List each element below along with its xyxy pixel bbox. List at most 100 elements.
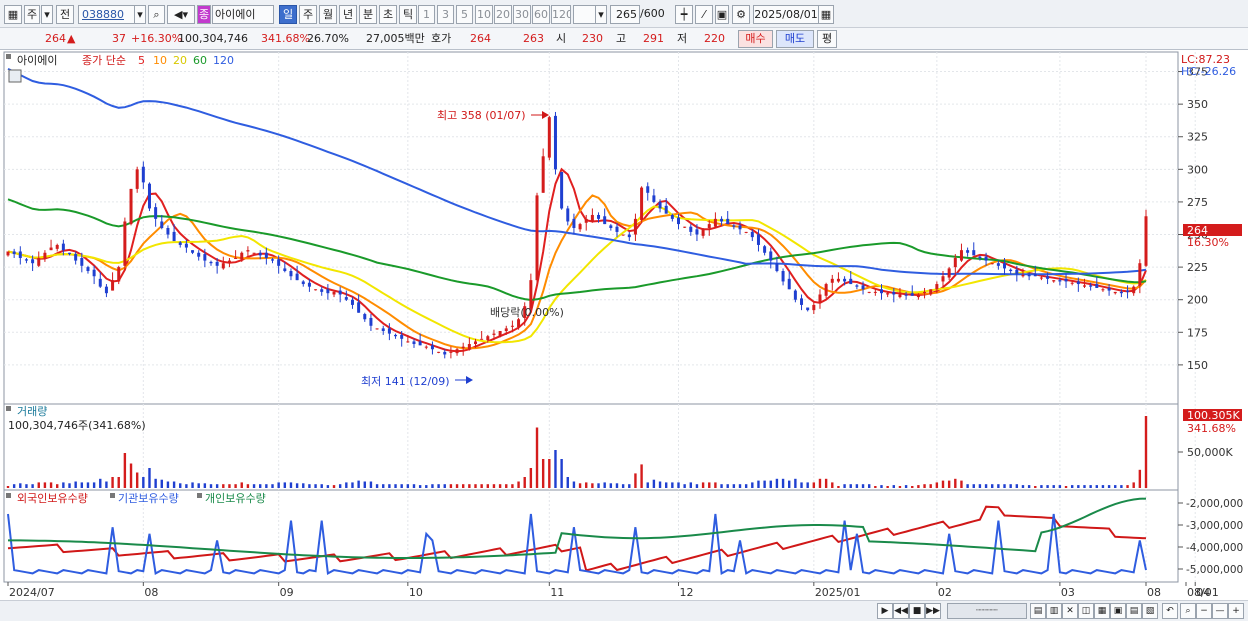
candle-body bbox=[1089, 285, 1093, 287]
volume-bar bbox=[966, 484, 969, 488]
zoom-icon[interactable]: ⌕ bbox=[1180, 603, 1196, 619]
volume-bar bbox=[498, 484, 502, 488]
zoom-in-icon[interactable]: + bbox=[1228, 603, 1244, 619]
grid-toggle-icon[interactable] bbox=[8, 69, 22, 83]
volume-bar bbox=[394, 484, 397, 488]
panel-handle[interactable] bbox=[197, 493, 202, 498]
volume-bar bbox=[240, 482, 243, 488]
type-selector[interactable]: 주 bbox=[24, 5, 40, 24]
volume-bar bbox=[154, 478, 157, 488]
candle-body bbox=[326, 289, 330, 294]
panel-handle[interactable] bbox=[110, 493, 115, 498]
volume-bar bbox=[812, 482, 816, 488]
volume-bar bbox=[345, 482, 348, 488]
stock-badge: 종 bbox=[197, 5, 211, 24]
stop-icon[interactable]: ■ bbox=[909, 603, 925, 619]
search-icon[interactable]: ⌕ bbox=[148, 5, 165, 24]
volume-bar bbox=[824, 478, 828, 488]
volume-bar bbox=[781, 478, 785, 488]
volume-bar bbox=[222, 484, 225, 488]
candle-body bbox=[1039, 277, 1043, 279]
panel-handle[interactable] bbox=[6, 493, 11, 498]
save-icon[interactable]: ▣ bbox=[715, 5, 729, 24]
volume-bar bbox=[74, 481, 77, 488]
settings-icon[interactable]: ▧ bbox=[1142, 603, 1158, 619]
crosshair-icon[interactable]: ✕ bbox=[1062, 603, 1078, 619]
period-year[interactable]: 년 bbox=[339, 5, 357, 24]
candle-body bbox=[566, 208, 570, 222]
scroll-first-icon[interactable]: ◀◀ bbox=[893, 603, 909, 619]
candle-body bbox=[1064, 278, 1068, 282]
period-second[interactable]: 초 bbox=[379, 5, 397, 24]
compare-icon[interactable]: ▦ bbox=[1094, 603, 1110, 619]
panel-handle[interactable] bbox=[6, 54, 11, 59]
interval-60[interactable]: 60 bbox=[532, 5, 550, 24]
scroll-last-icon[interactable]: ▶▶ bbox=[925, 603, 941, 619]
undo-icon[interactable]: ↶ bbox=[1162, 603, 1178, 619]
interval-5[interactable]: 5 bbox=[456, 5, 473, 24]
candle-body bbox=[480, 338, 484, 340]
interval-10[interactable]: 10 bbox=[475, 5, 493, 24]
print-icon[interactable]: ▤ bbox=[1126, 603, 1142, 619]
volume-bar bbox=[105, 481, 108, 488]
candle-body bbox=[707, 224, 711, 228]
split-icon[interactable]: ▤ bbox=[1030, 603, 1046, 619]
interval-1[interactable]: 1 bbox=[418, 5, 435, 24]
code-input[interactable]: 038880 bbox=[78, 5, 135, 24]
layout-icon[interactable]: ▣ bbox=[1110, 603, 1126, 619]
volume-bar bbox=[332, 485, 336, 488]
period-month[interactable]: 월 bbox=[319, 5, 337, 24]
holding-y-tick-label: -4,000,000 bbox=[1186, 542, 1243, 554]
volume-bar bbox=[763, 480, 766, 488]
y-tick-label: 175 bbox=[1187, 326, 1208, 339]
chevron-down-icon[interactable]: ▾ bbox=[595, 5, 607, 24]
all-button[interactable]: 전 bbox=[56, 5, 74, 24]
panel-handle[interactable] bbox=[6, 406, 11, 411]
line-tool-icon[interactable]: ⁄ bbox=[695, 5, 713, 24]
layout-icon[interactable]: ▦ bbox=[4, 5, 22, 24]
calendar-icon[interactable]: ▦ bbox=[818, 5, 834, 24]
volume-bar bbox=[148, 468, 151, 488]
period-minute[interactable]: 분 bbox=[359, 5, 377, 24]
interval-120[interactable]: 120 bbox=[551, 5, 571, 24]
candle-body bbox=[55, 244, 59, 249]
open-price: 230 bbox=[582, 32, 603, 45]
interval-30[interactable]: 30 bbox=[513, 5, 531, 24]
eval-button[interactable]: 평 bbox=[817, 30, 837, 48]
horizontal-scrollbar[interactable]: ┈┈┈┈ bbox=[947, 603, 1027, 619]
zoom-out-icon[interactable]: − bbox=[1196, 603, 1212, 619]
candle-type-icon[interactable]: ┿ bbox=[675, 5, 693, 24]
fit-icon[interactable]: ◫ bbox=[1078, 603, 1094, 619]
date-input[interactable]: 2025/08/01 bbox=[753, 5, 819, 24]
volume-bar bbox=[1052, 485, 1055, 488]
candle-body bbox=[277, 259, 281, 266]
sell-button[interactable]: 매도 bbox=[776, 30, 814, 48]
chevron-down-icon[interactable]: ▾ bbox=[41, 5, 53, 24]
candle-body bbox=[271, 259, 275, 261]
zoom-drag-icon[interactable]: — bbox=[1212, 603, 1228, 619]
interval-20[interactable]: 20 bbox=[494, 5, 512, 24]
volume-bar bbox=[997, 484, 1000, 488]
chart-area[interactable]: 150175200225250275300325350375 2024/0708… bbox=[0, 50, 1248, 600]
volume-bar bbox=[628, 484, 631, 488]
chevron-down-icon[interactable]: ▾ bbox=[134, 5, 146, 24]
volume-bar bbox=[511, 484, 514, 488]
period-week[interactable]: 주 bbox=[299, 5, 317, 24]
period-day[interactable]: 일 bbox=[279, 5, 297, 24]
volume-bar bbox=[412, 484, 416, 488]
speaker-icon[interactable]: ◀▾ bbox=[167, 5, 195, 24]
volume-bar bbox=[437, 484, 440, 488]
gear-icon[interactable]: ⚙ bbox=[732, 5, 750, 24]
x-tick-label: 2024/07 bbox=[9, 586, 55, 599]
volume-bar bbox=[591, 483, 594, 488]
interval-3[interactable]: 3 bbox=[437, 5, 454, 24]
y-tick-label: 300 bbox=[1187, 163, 1208, 176]
scroll-right-icon[interactable]: ▶ bbox=[877, 603, 893, 619]
period-tick[interactable]: 틱 bbox=[399, 5, 417, 24]
candle-body bbox=[18, 251, 22, 258]
volume-bar bbox=[867, 484, 871, 488]
buy-button[interactable]: 매수 bbox=[738, 30, 773, 48]
count-input[interactable]: 265 bbox=[610, 5, 640, 24]
copy-icon[interactable]: ▥ bbox=[1046, 603, 1062, 619]
volume-bar bbox=[37, 482, 40, 488]
